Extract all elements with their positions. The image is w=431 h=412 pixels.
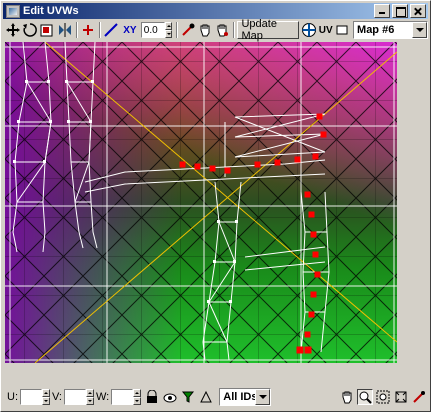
u-label: U: — [7, 391, 18, 403]
select-face-icon[interactable] — [198, 389, 214, 405]
status-bar: U: V: W: All IDs — [3, 387, 428, 407]
pan-hand-icon[interactable] — [197, 21, 213, 39]
scale-icon[interactable] — [39, 21, 55, 39]
update-map-button[interactable]: Update Map — [237, 18, 300, 42]
lock-selection-icon[interactable] — [144, 389, 160, 405]
spinner-up-icon[interactable] — [42, 389, 50, 397]
uv-mesh-canvas[interactable] — [5, 42, 397, 363]
spinner-down-icon[interactable] — [86, 397, 94, 405]
snap-icon[interactable] — [411, 389, 427, 405]
w-input[interactable] — [111, 389, 134, 405]
minimize-button[interactable] — [374, 4, 390, 18]
spinner-up-icon[interactable] — [164, 22, 172, 30]
v-label: V: — [52, 391, 62, 403]
u-spinner[interactable] — [42, 389, 50, 405]
chevron-down-icon[interactable] — [412, 22, 428, 38]
app-icon — [6, 4, 20, 18]
separator — [98, 22, 101, 38]
v-input[interactable] — [64, 389, 86, 405]
u-input[interactable] — [20, 389, 42, 405]
filter-icon[interactable] — [180, 389, 196, 405]
right-panel — [399, 42, 428, 363]
checker-texture-icon[interactable] — [301, 21, 317, 39]
value-input[interactable] — [140, 22, 165, 38]
close-button[interactable] — [410, 4, 426, 18]
display-options-icon[interactable] — [334, 21, 350, 39]
edit-uvws-window: Edit UVWs XY 0.0 Update Map UV Map #6 U:… — [0, 0, 431, 412]
uv-toggle[interactable]: UV — [318, 21, 333, 39]
uv-viewport[interactable] — [5, 42, 397, 363]
map-select[interactable]: Map #6 — [353, 21, 429, 39]
zoom-extents-icon[interactable] — [393, 389, 409, 405]
id-select[interactable]: All IDs — [219, 388, 272, 406]
title-bar[interactable]: Edit UVWs — [3, 3, 428, 19]
window-title: Edit UVWs — [23, 5, 79, 17]
spinner-down-icon[interactable] — [42, 397, 50, 405]
freeform-icon[interactable] — [214, 21, 230, 39]
move-icon[interactable] — [5, 21, 21, 39]
rotate-icon[interactable] — [22, 21, 38, 39]
add-vertex-icon[interactable] — [80, 21, 96, 39]
hide-icon[interactable] — [162, 389, 178, 405]
eyedropper-icon[interactable] — [180, 21, 196, 39]
axis-label[interactable]: XY — [120, 21, 140, 39]
separator — [233, 22, 236, 38]
mirror-icon[interactable] — [57, 21, 73, 39]
value-spinner[interactable] — [164, 22, 172, 38]
separator — [75, 22, 78, 38]
zoom-icon[interactable] — [357, 389, 373, 405]
chevron-down-icon[interactable] — [255, 389, 271, 405]
pan-icon[interactable] — [339, 389, 355, 405]
title-buttons — [372, 4, 426, 18]
w-label: W: — [96, 391, 110, 403]
toolbar: XY Update Map — [3, 18, 429, 42]
spinner-down-icon[interactable] — [133, 397, 142, 405]
maximize-button[interactable] — [392, 4, 408, 18]
zoom-region-icon[interactable] — [375, 389, 391, 405]
spinner-up-icon[interactable] — [133, 389, 142, 397]
id-select-value: All IDs — [223, 391, 258, 403]
w-spinner[interactable] — [133, 389, 142, 405]
v-spinner[interactable] — [86, 389, 94, 405]
spinner-up-icon[interactable] — [86, 389, 94, 397]
line-icon[interactable] — [103, 21, 119, 39]
spinner-down-icon[interactable] — [164, 30, 172, 38]
map-select-value: Map #6 — [357, 24, 395, 36]
separator — [175, 22, 178, 38]
